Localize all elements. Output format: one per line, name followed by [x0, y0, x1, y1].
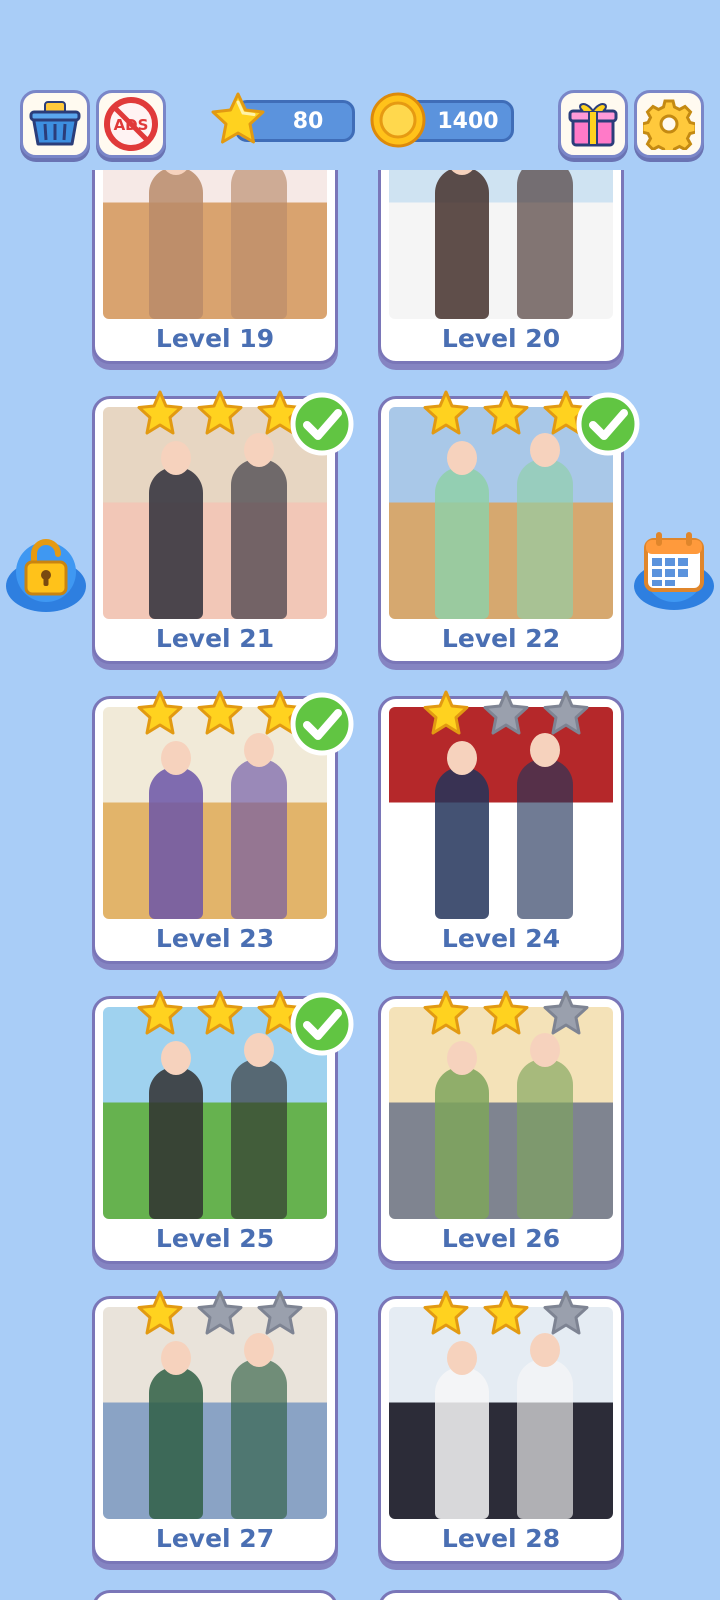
level-label: Level 27: [155, 1524, 275, 1553]
check-icon: [290, 392, 354, 456]
level-stars: [135, 389, 305, 439]
level-stars: [135, 689, 305, 739]
coin-count: 1400: [437, 108, 499, 134]
gift-button[interactable]: [558, 90, 628, 158]
gear-icon: [643, 99, 695, 150]
shop-button[interactable]: [20, 90, 90, 158]
character-head: [447, 441, 477, 475]
level-label: Level 19: [155, 324, 275, 353]
star-filled-icon: [137, 1290, 183, 1335]
calendar-icon[interactable]: [632, 528, 716, 612]
level-stars: [421, 1289, 591, 1339]
star-filled-icon: [197, 390, 243, 435]
star-filled-icon: [423, 390, 469, 435]
star-filled-icon: [483, 990, 529, 1035]
gift-icon: [568, 103, 618, 147]
character-head: [161, 741, 191, 775]
check-icon: [576, 392, 640, 456]
character-head: [447, 1041, 477, 1075]
level-stars: [421, 989, 591, 1039]
level-label: Level 23: [155, 924, 275, 953]
character-figure: [435, 1367, 489, 1519]
star-filled-icon: [423, 1290, 469, 1335]
character-figure: [231, 759, 287, 919]
character-figure: [517, 459, 573, 619]
character-figure: [231, 159, 287, 319]
star-empty-icon: [543, 690, 589, 735]
character-head: [161, 441, 191, 475]
character-head: [161, 1341, 191, 1375]
level-label: Level 26: [441, 1224, 561, 1253]
level-label: Level 22: [441, 624, 561, 653]
star-filled-icon: [483, 390, 529, 435]
character-figure: [517, 159, 573, 319]
character-figure: [435, 467, 489, 619]
level-stars: [421, 389, 591, 439]
character-figure: [231, 1059, 287, 1219]
basket-icon: [29, 101, 81, 146]
top-bar: ADS 80 1400: [0, 0, 720, 170]
character-figure: [149, 1067, 203, 1219]
remove-ads-button[interactable]: ADS: [96, 90, 166, 158]
level-card[interactable]: Level 28: [378, 1290, 624, 1564]
star-filled-icon: [197, 990, 243, 1035]
coin-icon: [370, 92, 426, 148]
star-empty-icon: [197, 1290, 243, 1335]
star-empty-icon: [543, 1290, 589, 1335]
character-figure: [149, 767, 203, 919]
unlock-icon[interactable]: [4, 530, 88, 614]
star-filled-icon: [423, 690, 469, 735]
level-card[interactable]: Level 21: [92, 390, 354, 664]
level-label: Level 28: [441, 1524, 561, 1553]
level-label: Level 20: [441, 324, 561, 353]
level-card[interactable]: Level 27: [92, 1290, 338, 1564]
star-empty-icon: [483, 690, 529, 735]
character-figure: [435, 1067, 489, 1219]
no-ads-icon: ADS: [104, 97, 158, 151]
star-empty-icon: [257, 1290, 303, 1335]
character-figure: [517, 1359, 573, 1519]
character-head: [447, 741, 477, 775]
star-icon: [211, 92, 265, 144]
level-label: Level 24: [441, 924, 561, 953]
character-head: [447, 1341, 477, 1375]
star-filled-icon: [197, 690, 243, 735]
settings-button[interactable]: [634, 90, 704, 158]
level-card[interactable]: Level 25: [92, 990, 354, 1264]
check-icon: [290, 692, 354, 756]
character-figure: [149, 1367, 203, 1519]
level-stars: [421, 689, 591, 739]
level-label: Level 25: [155, 1224, 275, 1253]
star-empty-icon: [543, 990, 589, 1035]
level-stars: [135, 989, 305, 1039]
star-filled-icon: [483, 1290, 529, 1335]
character-figure: [435, 167, 489, 319]
character-figure: [149, 167, 203, 319]
character-head: [161, 1041, 191, 1075]
character-figure: [435, 767, 489, 919]
character-figure: [517, 1059, 573, 1219]
character-figure: [517, 759, 573, 919]
level-stars: [135, 1289, 305, 1339]
character-figure: [149, 467, 203, 619]
check-icon: [290, 992, 354, 1056]
character-figure: [231, 459, 287, 619]
star-filled-icon: [137, 990, 183, 1035]
level-card-partial[interactable]: [92, 1590, 338, 1600]
star-filled-icon: [137, 390, 183, 435]
level-label: Level 21: [155, 624, 275, 653]
star-filled-icon: [137, 690, 183, 735]
character-figure: [231, 1359, 287, 1519]
level-card[interactable]: Level 26: [378, 990, 624, 1264]
star-count: 80: [292, 108, 324, 134]
level-card[interactable]: Level 24: [378, 690, 624, 964]
level-card[interactable]: Level 23: [92, 690, 354, 964]
star-filled-icon: [423, 990, 469, 1035]
level-card[interactable]: Level 22: [378, 390, 640, 664]
level-card-partial[interactable]: [378, 1590, 624, 1600]
